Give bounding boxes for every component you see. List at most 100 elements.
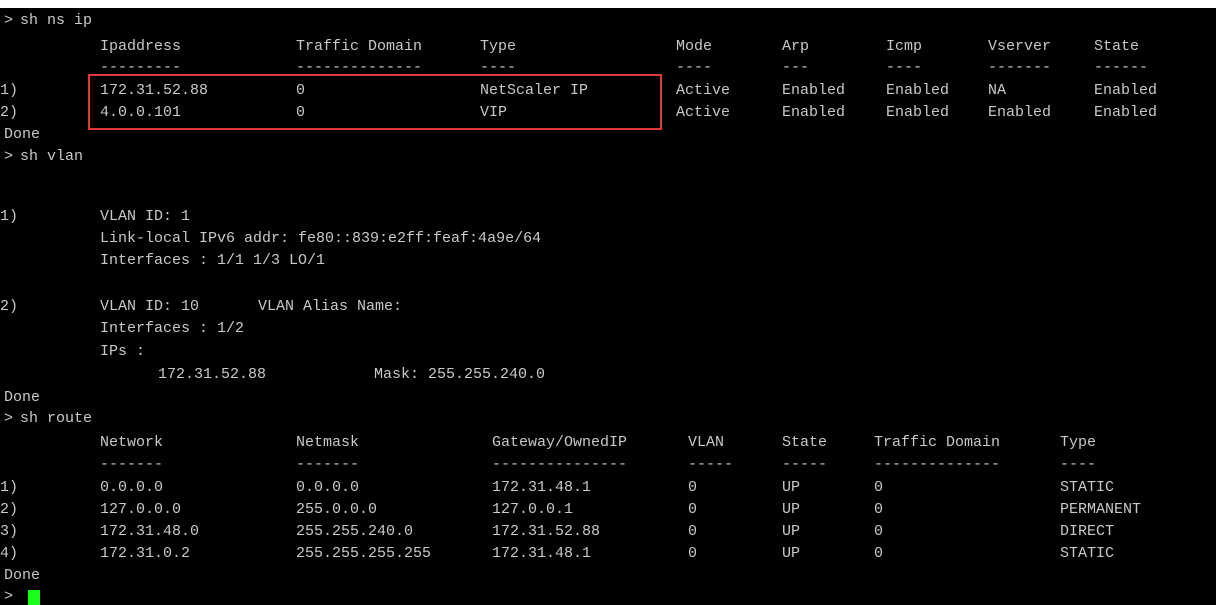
ip-table-header: Ipaddress Traffic Domain Type Mode Arp I… bbox=[0, 36, 1216, 58]
cell-icmp: Enabled bbox=[886, 104, 950, 121]
vlan-interfaces-line: Interfaces : 1/1 1/3 LO/1 bbox=[0, 250, 1216, 272]
cell-arp: Enabled bbox=[782, 82, 846, 99]
cell-arp: Enabled bbox=[782, 104, 846, 121]
cell-vserver: NA bbox=[988, 82, 1007, 99]
col-traffic-domain: Traffic Domain bbox=[874, 434, 1001, 451]
vlan-interfaces-line: Interfaces : 1/2 bbox=[0, 318, 1216, 340]
underline: -------------- bbox=[874, 456, 1001, 473]
prompt: > bbox=[4, 12, 14, 29]
row-index: 1) bbox=[0, 208, 19, 225]
cell-type: STATIC bbox=[1060, 479, 1115, 496]
row-index: 2) bbox=[0, 104, 19, 121]
route-table-underline: ------- ------- --------------- ----- --… bbox=[0, 454, 1216, 476]
underline: ------- bbox=[988, 59, 1052, 76]
command-text: sh route bbox=[20, 410, 93, 427]
done-text: Done bbox=[4, 126, 41, 143]
command-line: > sh vlan bbox=[0, 146, 1216, 168]
cell-type: STATIC bbox=[1060, 545, 1115, 562]
col-state: State bbox=[1094, 38, 1140, 55]
done-line: Done bbox=[0, 565, 1216, 587]
prompt: > bbox=[4, 410, 14, 427]
cell-network: 172.31.0.2 bbox=[100, 545, 191, 562]
col-vlan: VLAN bbox=[688, 434, 725, 451]
prompt: > bbox=[4, 588, 14, 605]
cell-netmask: 0.0.0.0 bbox=[296, 479, 360, 496]
row-index: 4) bbox=[0, 545, 19, 562]
command-line: > sh ns ip bbox=[0, 10, 1216, 32]
row-index: 1) bbox=[0, 479, 19, 496]
row-index: 2) bbox=[0, 501, 19, 518]
vlan-mask: Mask: 255.255.240.0 bbox=[374, 366, 546, 383]
col-ipaddress: Ipaddress bbox=[100, 38, 182, 55]
cell-vlan: 0 bbox=[688, 523, 698, 540]
cell-vserver: Enabled bbox=[988, 104, 1052, 121]
cursor-block bbox=[28, 590, 40, 605]
cell-netmask: 255.0.0.0 bbox=[296, 501, 378, 518]
cell-vlan: 0 bbox=[688, 545, 698, 562]
done-text: Done bbox=[4, 389, 41, 406]
col-mode: Mode bbox=[676, 38, 713, 55]
cell-mode: Active bbox=[676, 82, 731, 99]
cell-gateway: 172.31.48.1 bbox=[492, 545, 592, 562]
input-line[interactable]: > bbox=[0, 586, 1216, 605]
underline: ---- bbox=[886, 59, 923, 76]
cell-mode: Active bbox=[676, 104, 731, 121]
done-line: Done bbox=[0, 387, 1216, 409]
underline: ------ bbox=[1094, 59, 1149, 76]
vlan-alias: VLAN Alias Name: bbox=[258, 298, 403, 315]
vlan-interfaces: Interfaces : 1/1 1/3 LO/1 bbox=[100, 252, 326, 269]
cell-gateway: 172.31.48.1 bbox=[492, 479, 592, 496]
vlan-ips-label: IPs : bbox=[100, 343, 146, 360]
row-index: 3) bbox=[0, 523, 19, 540]
row-index: 1) bbox=[0, 82, 19, 99]
vlan-ipv6: Link-local IPv6 addr: fe80::839:e2ff:fea… bbox=[100, 230, 542, 247]
cell-traffic-domain: 0 bbox=[874, 479, 884, 496]
cell-state: Enabled bbox=[1094, 82, 1158, 99]
table-row: 2) 127.0.0.0 255.0.0.0 127.0.0.1 0 UP 0 … bbox=[0, 499, 1216, 521]
col-type: Type bbox=[480, 38, 517, 55]
vlan-id-line: 2) VLAN ID: 10 VLAN Alias Name: bbox=[0, 296, 1216, 318]
table-row: 1) 0.0.0.0 0.0.0.0 172.31.48.1 0 UP 0 ST… bbox=[0, 477, 1216, 499]
col-arp: Arp bbox=[782, 38, 810, 55]
col-netmask: Netmask bbox=[296, 434, 360, 451]
col-type: Type bbox=[1060, 434, 1097, 451]
col-traffic-domain: Traffic Domain bbox=[296, 38, 423, 55]
terminal-window[interactable]: > sh ns ip Ipaddress Traffic Domain Type… bbox=[0, 8, 1216, 605]
prompt: > bbox=[4, 148, 14, 165]
underline: ------- bbox=[100, 456, 164, 473]
col-icmp: Icmp bbox=[886, 38, 923, 55]
col-vserver: Vserver bbox=[988, 38, 1052, 55]
cell-netmask: 255.255.255.255 bbox=[296, 545, 432, 562]
col-network: Network bbox=[100, 434, 164, 451]
row-index: 2) bbox=[0, 298, 19, 315]
cell-vlan: 0 bbox=[688, 501, 698, 518]
vlan-ips-label-line: IPs : bbox=[0, 341, 1216, 363]
cell-icmp: Enabled bbox=[886, 82, 950, 99]
underline: ---- bbox=[676, 59, 713, 76]
vlan-id: VLAN ID: 10 bbox=[100, 298, 200, 315]
cell-state: Enabled bbox=[1094, 104, 1158, 121]
cell-gateway: 127.0.0.1 bbox=[492, 501, 574, 518]
vlan-id: VLAN ID: 1 bbox=[100, 208, 191, 225]
underline: ---- bbox=[1060, 456, 1097, 473]
cell-gateway: 172.31.52.88 bbox=[492, 523, 601, 540]
vlan-ip-line: 172.31.52.88 Mask: 255.255.240.0 bbox=[0, 364, 1216, 386]
command-line: > sh route bbox=[0, 408, 1216, 430]
underline: ----- bbox=[782, 456, 828, 473]
underline: --------------- bbox=[492, 456, 628, 473]
table-row: 3) 172.31.48.0 255.255.240.0 172.31.52.8… bbox=[0, 521, 1216, 543]
cell-netmask: 255.255.240.0 bbox=[296, 523, 414, 540]
vlan-id-line: 1) VLAN ID: 1 bbox=[0, 206, 1216, 228]
vlan-interfaces: Interfaces : 1/2 bbox=[100, 320, 245, 337]
cell-traffic-domain: 0 bbox=[874, 523, 884, 540]
cell-state: UP bbox=[782, 523, 801, 540]
vlan-ip: 172.31.52.88 bbox=[158, 366, 267, 383]
vlan-ipv6-line: Link-local IPv6 addr: fe80::839:e2ff:fea… bbox=[0, 228, 1216, 250]
cell-network: 172.31.48.0 bbox=[100, 523, 200, 540]
cell-traffic-domain: 0 bbox=[874, 545, 884, 562]
underline: ----- bbox=[688, 456, 734, 473]
cell-state: UP bbox=[782, 501, 801, 518]
highlight-box bbox=[88, 74, 662, 130]
cell-type: DIRECT bbox=[1060, 523, 1115, 540]
cell-type: PERMANENT bbox=[1060, 501, 1142, 518]
